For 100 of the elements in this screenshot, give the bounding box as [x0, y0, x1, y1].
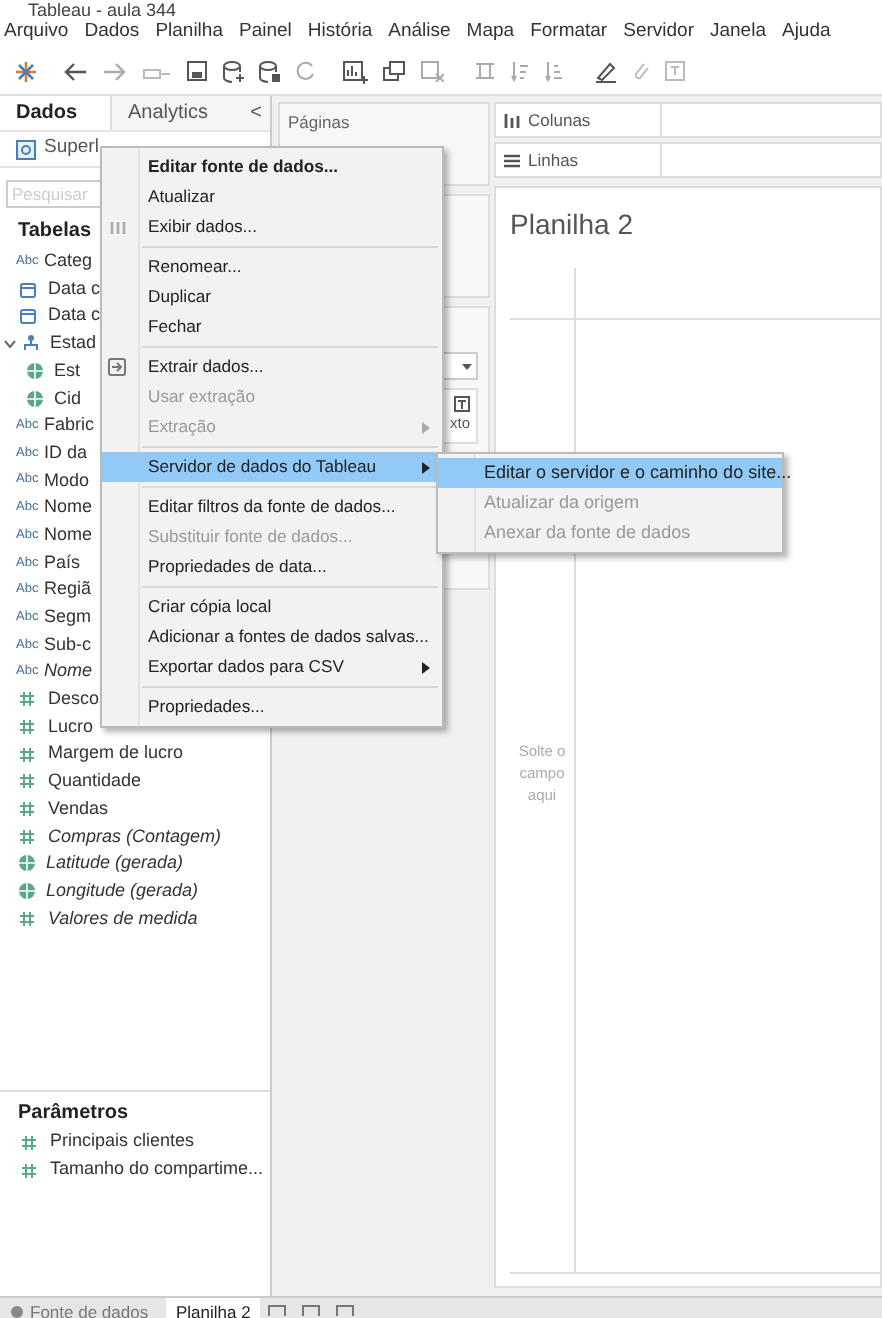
hash-icon — [18, 772, 36, 791]
new-dashboard-icon[interactable] — [302, 1302, 321, 1316]
menu-bar-item[interactable]: Mapa — [466, 17, 515, 47]
menu-item[interactable]: Propriedades de data... — [102, 552, 442, 582]
menu-bar-item[interactable]: Janela — [709, 17, 766, 47]
add-database-icon[interactable] — [222, 59, 244, 83]
menu-item[interactable]: Adicionar a fontes de dados salvas... — [102, 622, 442, 652]
menu-item[interactable]: Exibir dados... — [102, 212, 442, 242]
forward-arrow-icon[interactable] — [102, 61, 126, 81]
field-name[interactable]: Data c — [48, 275, 101, 303]
hierarchy-icon — [22, 334, 40, 353]
calendar-icon — [20, 308, 36, 325]
globe-icon — [26, 389, 44, 408]
menu-bar-item[interactable]: Arquivo — [4, 17, 69, 47]
globe-icon — [18, 854, 36, 873]
parameter-name[interactable]: Principais clientes — [50, 1128, 195, 1156]
menu-item[interactable]: Servidor de dados do Tableau — [102, 452, 442, 482]
window-title: Tableau - aula 344 — [28, 2, 177, 16]
columns-icon — [504, 113, 520, 127]
menu-item[interactable]: Criar cópia local — [102, 592, 442, 622]
field-name[interactable]: Fabric — [44, 412, 95, 440]
field-name[interactable]: Est — [54, 357, 81, 385]
grid-icon — [110, 222, 126, 234]
field-name[interactable]: Sub-c — [44, 631, 92, 659]
field-name[interactable]: País — [44, 549, 81, 577]
hash-icon — [18, 827, 36, 846]
field-name[interactable]: ID da — [44, 439, 88, 467]
sheet-title: Planilha 2 — [508, 206, 635, 244]
menu-item[interactable]: Fechar — [102, 312, 442, 342]
field-name[interactable]: Nome — [44, 658, 93, 686]
text-icon[interactable] — [454, 396, 470, 413]
shelf-name: Linhas — [528, 147, 579, 173]
field-name[interactable]: Cid — [54, 385, 82, 413]
swap-icon[interactable] — [474, 60, 496, 82]
panel-tab[interactable]: Analytics — [110, 96, 242, 130]
menu-item[interactable]: Duplicar — [102, 282, 442, 312]
sheet-tab[interactable]: Planilha 2 — [166, 1298, 261, 1318]
menu-bar-item[interactable]: Painel — [239, 17, 292, 47]
section-heading: Tabelas — [18, 218, 91, 246]
field-name[interactable]: Modo — [44, 467, 90, 495]
caret-icon[interactable] — [462, 363, 472, 369]
database-icon — [10, 1304, 24, 1318]
menu-bar-item[interactable]: Planilha — [155, 17, 223, 47]
field-name[interactable]: Nome — [44, 494, 93, 522]
menu-bar-item[interactable]: História — [307, 17, 373, 47]
highlight-pen-icon[interactable] — [594, 59, 618, 83]
hash-icon — [18, 800, 36, 819]
collapse-button[interactable]: < — [242, 96, 270, 130]
paperclip-icon[interactable] — [632, 59, 650, 83]
menu-item[interactable]: Editar fonte de dados... — [102, 152, 442, 182]
menu-item[interactable]: Renomear... — [102, 252, 442, 282]
field-name[interactable]: Latitude (gerada) — [46, 850, 184, 878]
new-chart-icon[interactable] — [342, 59, 368, 83]
logo-icon[interactable] — [14, 59, 38, 83]
field-name[interactable]: Segm — [44, 604, 92, 632]
field-name[interactable]: Margem de lucro — [48, 740, 184, 768]
pause-database-icon[interactable] — [258, 59, 280, 83]
field-name[interactable]: Vendas — [48, 795, 109, 823]
chevron-icon[interactable] — [4, 337, 16, 350]
duplicate-icon[interactable] — [382, 60, 406, 82]
card-title: Páginas — [286, 110, 352, 136]
field-name[interactable]: Quantidade — [48, 768, 142, 796]
save-icon[interactable] — [186, 60, 208, 82]
field-name[interactable]: Regiã — [44, 576, 92, 604]
parameter-name[interactable]: Tamanho do compartime... — [50, 1156, 264, 1184]
menu-item[interactable]: Extrair dados... — [102, 352, 442, 382]
field-name[interactable]: Nome — [44, 521, 93, 549]
new-story-icon[interactable] — [336, 1302, 355, 1316]
data-source-icon[interactable] — [16, 139, 36, 159]
refresh-icon[interactable] — [294, 60, 316, 82]
menu-bar-item[interactable]: Análise — [388, 17, 451, 47]
new-sheet-icon[interactable] — [268, 1302, 287, 1316]
field-name[interactable]: Estad — [50, 330, 97, 358]
field-name[interactable]: Lucro — [48, 713, 94, 741]
text-box-icon[interactable] — [664, 60, 686, 82]
back-arrow-icon[interactable] — [64, 61, 88, 81]
menu-bar-item[interactable]: Dados — [84, 17, 140, 47]
hash-icon — [20, 1133, 38, 1151]
field-name[interactable]: Categ — [44, 248, 93, 276]
field-name[interactable]: Valores de medida — [48, 905, 198, 933]
sheet-tab[interactable]: Fonte de dados — [0, 1298, 166, 1318]
menu-bar-item[interactable]: Servidor — [623, 17, 694, 47]
data-source-name[interactable]: Superl — [44, 134, 99, 164]
calendar-icon — [20, 281, 36, 298]
shelf-name: Colunas — [528, 107, 591, 133]
sort-ascending-icon[interactable] — [510, 60, 530, 82]
field-name[interactable]: Data c — [48, 302, 101, 330]
menu-item[interactable]: Atualizar — [102, 182, 442, 212]
clear-chart-icon[interactable] — [420, 60, 444, 82]
menu-item[interactable]: Exportar dados para CSV — [102, 652, 442, 682]
menu-bar-item[interactable]: Formatar — [530, 17, 608, 47]
field-name[interactable]: Longitude (gerada) — [46, 877, 199, 905]
field-name[interactable]: Compras (Contagem) — [48, 823, 222, 851]
field-name[interactable]: Desco — [48, 686, 100, 714]
menu-item[interactable]: Propriedades... — [102, 692, 442, 722]
menu-bar-item[interactable]: Ajuda — [781, 17, 831, 47]
submenu-arrow-icon — [422, 461, 430, 473]
menu-item[interactable]: Editar filtros da fonte de dados... — [102, 492, 442, 522]
globe-icon — [26, 362, 44, 381]
sort-descending-icon[interactable] — [544, 60, 564, 82]
